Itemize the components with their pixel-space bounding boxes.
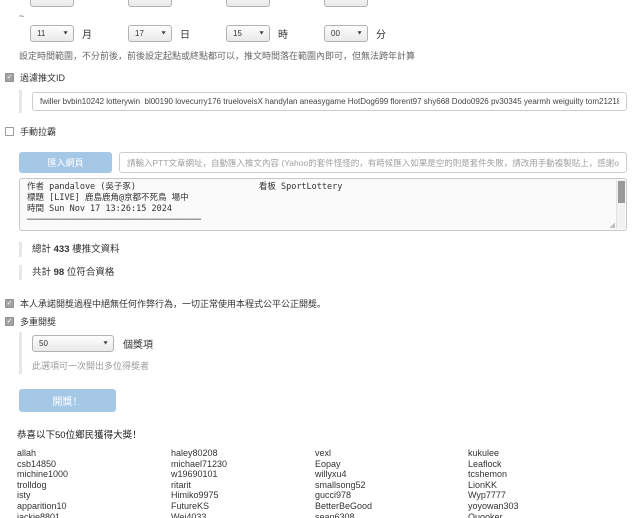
draw-button[interactable]: 開獎！ xyxy=(19,389,116,412)
winner-name: vexl xyxy=(315,448,468,459)
winner-name: Wyp7777 xyxy=(468,490,628,501)
winner-name: Eopay xyxy=(315,459,468,470)
filter-id-label: 過濾推文ID xyxy=(20,71,65,84)
manual-slot-row: 手動拉霸 xyxy=(5,125,640,138)
result-title: 恭喜以下50位鄉民獲得大獎！ xyxy=(17,427,640,441)
winner-name: Wei4033 xyxy=(171,512,315,518)
filter-id-input[interactable] xyxy=(32,92,627,111)
multi-draw-label: 多重開獎 xyxy=(20,315,56,328)
winner-name: trolldog xyxy=(17,480,171,491)
time-start-select-row: ▼ ▼ ▼ ▼ xyxy=(0,0,640,8)
chevron-down-icon: ▼ xyxy=(160,31,167,37)
winner-name: willyxu4 xyxy=(315,469,468,480)
chevron-down-icon: ▼ xyxy=(356,0,363,1)
winner-name: allah xyxy=(17,448,171,459)
qualified-stat: 共計 98 位符合資格 xyxy=(19,265,640,280)
prize-count-select[interactable]: 50▼ xyxy=(32,335,114,352)
pledge-checkbox[interactable]: ✓ xyxy=(5,299,14,308)
day-pair: 17▼ 日 xyxy=(128,25,226,42)
total-comments-stat: 總計 433 樓推文資料 xyxy=(19,242,640,257)
chevron-down-icon: ▼ xyxy=(62,0,69,1)
winners-column: haley80208michael71230w19690101ritaritHi… xyxy=(171,448,315,518)
multi-draw-row: ✓ 多重開獎 xyxy=(5,315,640,328)
filter-id-checkbox[interactable]: ✓ xyxy=(5,73,14,82)
winner-name: tcshemon xyxy=(468,469,628,480)
start-day-select[interactable]: ▼ xyxy=(128,0,172,7)
chevron-down-icon: ▼ xyxy=(356,31,363,37)
winner-name: kukulee xyxy=(468,448,628,459)
winner-name: sean6308 xyxy=(315,512,468,518)
winners-column: kukuleeLeaflocktcshemonLionKKWyp7777yoyo… xyxy=(468,448,628,518)
hour-pair: 15▼ 時 xyxy=(226,25,324,42)
article-textarea[interactable]: 作者 pandalove (吳子豕) 看板 SportLottery標題 [LI… xyxy=(19,178,627,231)
winner-name: w19690101 xyxy=(171,469,315,480)
prize-count-unit-label: 個獎項 xyxy=(123,336,153,351)
filter-id-indent-block xyxy=(19,90,627,113)
scrollbar-thumb[interactable] xyxy=(618,181,625,203)
winner-name: BetterBeGood xyxy=(315,501,468,512)
article-line: 時間 Sun Nov 17 13:26:15 2024 xyxy=(27,204,610,215)
multi-draw-checkbox[interactable]: ✓ xyxy=(5,317,14,326)
import-webpage-button[interactable]: 匯入網頁 xyxy=(19,152,112,173)
range-tilde: ~ xyxy=(19,11,640,21)
month-unit-label: 月 xyxy=(82,26,92,41)
qualified-count: 98 xyxy=(54,267,65,278)
end-minute-select[interactable]: 00▼ xyxy=(324,25,368,42)
winner-name: Quooker xyxy=(468,512,628,518)
time-range-help-text: 設定時間範圍，不分前後，前後設定起點或終點都可以，推文時間落在範圍內即可，但無法… xyxy=(19,49,627,62)
chevron-down-icon: ▼ xyxy=(102,341,109,347)
winner-name: haley80208 xyxy=(171,448,315,459)
manual-slot-checkbox[interactable] xyxy=(5,127,14,136)
article-line: 作者 pandalove (吳子豕) 看板 SportLottery xyxy=(27,182,610,193)
chevron-down-icon: ▼ xyxy=(62,31,69,37)
winners-column: vexlEopaywillyxu4smallsong52gucci978Bett… xyxy=(315,448,468,518)
multi-draw-indent-block: 50▼ 個獎項 此選項可一次開出多位得獎者 xyxy=(19,332,640,374)
start-month-select[interactable]: ▼ xyxy=(30,0,74,7)
winner-name: Himiko9975 xyxy=(171,490,315,501)
time-end-select-row: 11▼ 月 17▼ 日 15▼ 時 00▼ 分 xyxy=(30,25,640,42)
multi-draw-help-text: 此選項可一次開出多位得獎者 xyxy=(32,359,640,372)
pledge-row: ✓ 本人承諾開獎過程中絕無任何作弊行為，一切正常使用本程式公平公正開獎。 xyxy=(5,297,640,310)
ptt-url-input[interactable] xyxy=(119,152,627,173)
winner-name: Leaflock xyxy=(468,459,628,470)
winner-name: csb14850 xyxy=(17,459,171,470)
winner-name: gucci978 xyxy=(315,490,468,501)
winner-grid: allahcsb14850michine1000trolldogistyappa… xyxy=(17,448,640,518)
chevron-down-icon: ▼ xyxy=(160,0,167,1)
resize-grip-icon[interactable]: ◢ xyxy=(610,222,615,229)
end-day-select[interactable]: 17▼ xyxy=(128,25,172,42)
minute-pair: 00▼ 分 xyxy=(324,25,422,42)
winner-name: FutureKS xyxy=(171,501,315,512)
textarea-scrollbar[interactable] xyxy=(616,180,625,229)
end-month-select[interactable]: 11▼ xyxy=(30,25,74,42)
article-content: 作者 pandalove (吳子豕) 看板 SportLottery標題 [LI… xyxy=(20,179,626,229)
winner-name: ritarit xyxy=(171,480,315,491)
winner-name: LionKK xyxy=(468,480,628,491)
start-hour-select[interactable]: ▼ xyxy=(226,0,270,7)
winner-name: isty xyxy=(17,490,171,501)
chevron-down-icon: ▼ xyxy=(258,0,265,1)
winner-name: jackie8801 xyxy=(17,512,171,518)
pledge-label: 本人承諾開獎過程中絕無任何作弊行為，一切正常使用本程式公平公正開獎。 xyxy=(20,297,326,310)
end-hour-select[interactable]: 15▼ xyxy=(226,25,270,42)
manual-slot-label: 手動拉霸 xyxy=(20,125,56,138)
chevron-down-icon: ▼ xyxy=(258,31,265,37)
winner-name: michine1000 xyxy=(17,469,171,480)
filter-id-row: ✓ 過濾推文ID xyxy=(5,71,640,84)
total-count: 433 xyxy=(54,244,70,255)
article-line: 標題 [LIVE] 鹿島鹿角@京都不死鳥 場中 xyxy=(27,193,610,204)
winners-column: allahcsb14850michine1000trolldogistyappa… xyxy=(17,448,171,518)
winner-name: yoyowan303 xyxy=(468,501,628,512)
winner-name: apparition10 xyxy=(17,501,171,512)
month-pair: 11▼ 月 xyxy=(30,25,128,42)
winner-name: smallsong52 xyxy=(315,480,468,491)
hour-unit-label: 時 xyxy=(278,26,288,41)
day-unit-label: 日 xyxy=(180,26,190,41)
article-line: ────────────────────────────────── xyxy=(27,215,610,226)
minute-unit-label: 分 xyxy=(376,26,386,41)
start-minute-select[interactable]: ▼ xyxy=(324,0,368,7)
winner-name: michael71230 xyxy=(171,459,315,470)
lottery-tool-page: ▼ ▼ ▼ ▼ ~ 11▼ 月 17▼ 日 15▼ 時 00▼ 分 設定時間範圍… xyxy=(0,0,640,518)
import-row: 匯入網頁 xyxy=(19,152,627,173)
